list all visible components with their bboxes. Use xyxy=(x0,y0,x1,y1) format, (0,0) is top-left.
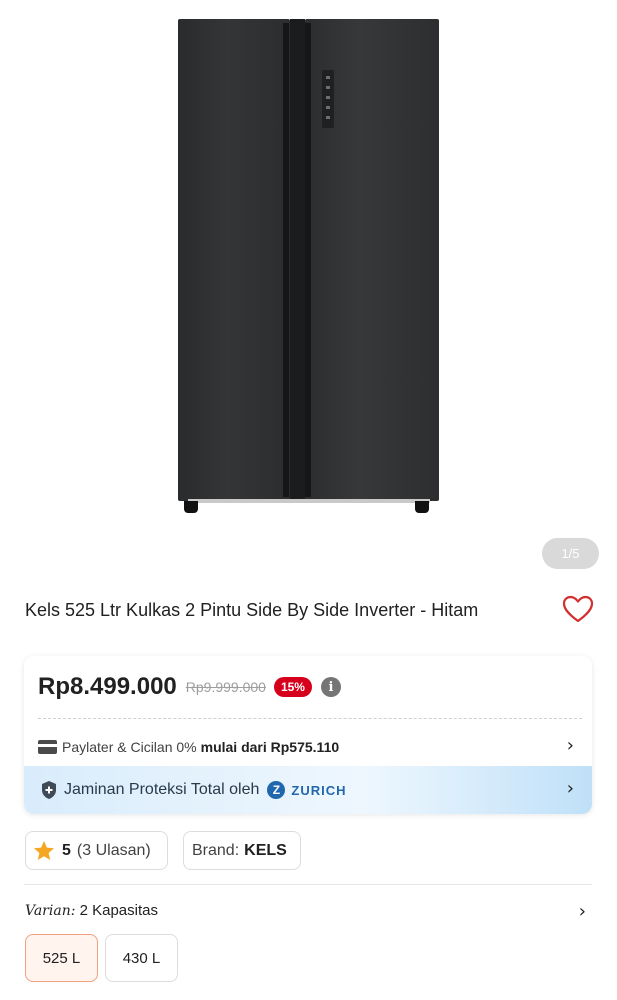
wishlist-button[interactable] xyxy=(561,594,595,624)
brand-label: Brand: xyxy=(192,841,240,859)
current-price: Rp8.499.000 xyxy=(38,673,177,700)
paylater-label: Paylater & Cicilan 0% xyxy=(62,739,197,755)
protection-label: Jaminan Proteksi Total oleh xyxy=(64,781,260,798)
price-row: Rp8.499.000 Rp9.999.000 15% i xyxy=(38,672,341,702)
review-count: (3 Ulasan) xyxy=(76,841,151,859)
rating-value: 5 xyxy=(62,841,71,859)
brand-value: KELS xyxy=(244,841,287,859)
product-gallery[interactable]: 1/5 xyxy=(0,0,617,580)
rating-chip[interactable]: 5 (3 Ulasan) xyxy=(25,831,168,870)
star-icon xyxy=(34,840,54,860)
product-image xyxy=(178,19,439,513)
variant-option-430[interactable]: 430 L xyxy=(105,934,178,982)
chevron-right-icon: › xyxy=(578,901,586,922)
section-divider xyxy=(24,884,592,885)
original-price: Rp9.999.000 xyxy=(185,679,266,695)
price-card: Rp8.499.000 Rp9.999.000 15% i Paylater &… xyxy=(24,656,592,814)
protection-banner[interactable]: Jaminan Proteksi Total oleh Z ZURICH › xyxy=(24,766,592,814)
chevron-right-icon: › xyxy=(566,735,574,756)
variant-label: Varian: xyxy=(25,903,76,919)
dashed-divider xyxy=(38,718,582,719)
paylater-highlight: mulai dari Rp575.110 xyxy=(200,739,340,755)
zurich-logo-icon: Z xyxy=(267,781,286,799)
chevron-right-icon: › xyxy=(566,778,574,799)
credit-card-icon xyxy=(38,740,57,754)
heart-outline-icon xyxy=(562,595,594,623)
fridge-control-panel xyxy=(322,70,334,128)
variant-row[interactable]: Varian: 2 Kapasitas › xyxy=(25,901,590,924)
brand-chip[interactable]: Brand: KELS xyxy=(183,831,301,870)
paylater-row[interactable]: Paylater & Cicilan 0% mulai dari Rp575.1… xyxy=(38,734,578,760)
protection-provider: ZURICH xyxy=(291,782,347,798)
product-title: Kels 525 Ltr Kulkas 2 Pintu Side By Side… xyxy=(25,600,479,620)
variant-value: 2 Kapasitas xyxy=(79,902,158,919)
variant-option-525[interactable]: 525 L xyxy=(25,934,98,982)
discount-badge: 15% xyxy=(273,677,312,697)
image-counter: 1/5 xyxy=(542,538,599,569)
fridge-left-door xyxy=(178,19,290,501)
shield-plus-icon xyxy=(42,781,56,799)
info-icon[interactable]: i xyxy=(320,677,341,697)
